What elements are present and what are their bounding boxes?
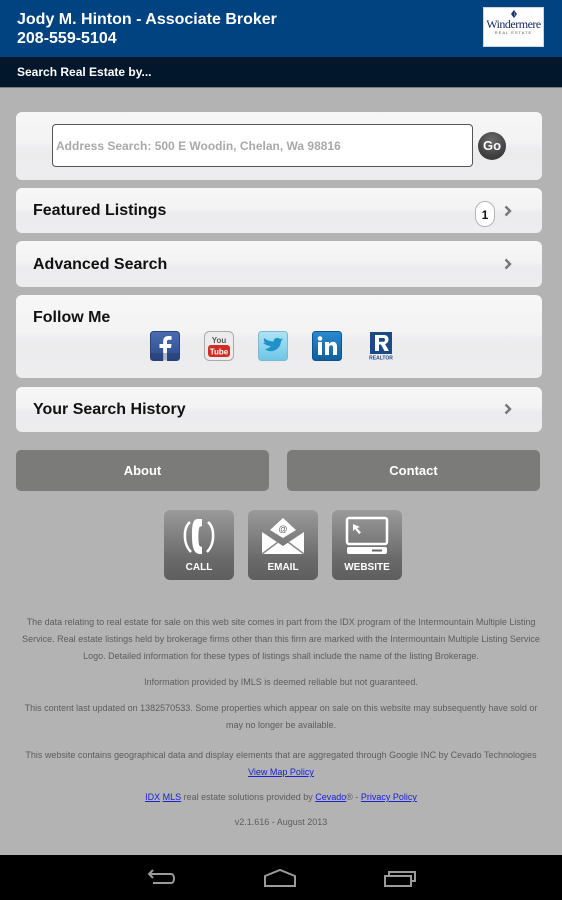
menu-item-label: Your Search History (33, 401, 186, 418)
view-map-policy-link[interactable]: View Map Policy (248, 767, 314, 777)
recent-apps-icon (384, 871, 416, 887)
realtor-link[interactable]: REALTOR (366, 331, 396, 361)
search-card: Go (16, 112, 542, 180)
logo-word: Windermere (486, 17, 541, 31)
system-nav-bar (0, 855, 562, 900)
go-button[interactable]: Go (478, 132, 506, 160)
youtube-icon: You Tube (204, 331, 234, 361)
youtube-link[interactable]: You Tube (204, 331, 234, 361)
geo-data-text: This website contains geographical data … (25, 750, 537, 760)
svg-text:Tube: Tube (210, 348, 229, 357)
website-label: WEBSITE (344, 562, 390, 573)
idx-disclaimer: The data relating to real estate for sal… (22, 617, 540, 661)
map-policy-notice: This website contains geographical data … (16, 747, 546, 781)
chevron-right-icon (504, 205, 512, 217)
email-button[interactable]: @ EMAIL (248, 510, 318, 580)
menu-item-advanced-search[interactable]: Advanced Search (16, 241, 542, 287)
chevron-right-icon (504, 403, 512, 415)
facebook-link[interactable] (150, 331, 180, 361)
mls-link[interactable]: MLS (163, 792, 182, 802)
menu-item-label: Advanced Search (33, 256, 168, 273)
privacy-policy-link[interactable]: Privacy Policy (361, 792, 417, 802)
menu-item-search-history[interactable]: Your Search History (16, 387, 542, 432)
website-button[interactable]: WEBSITE (332, 510, 402, 580)
home-icon (264, 868, 296, 887)
envelope-icon: @ (261, 518, 305, 555)
solutions-text: real estate solutions provided by (181, 792, 316, 802)
back-icon (147, 869, 175, 884)
call-button[interactable]: CALL (164, 510, 234, 580)
menu-item-label: Featured Listings (33, 202, 167, 219)
phone-icon (183, 519, 215, 554)
back-button[interactable] (144, 867, 180, 889)
agent-name: Jody M. Hinton - Associate Broker (17, 11, 277, 28)
contact-button[interactable]: Contact (287, 450, 540, 491)
follow-me-title: Follow Me (33, 309, 111, 326)
cevado-link[interactable]: Cevado (315, 792, 346, 802)
svg-text:You: You (212, 336, 227, 345)
twitter-icon (258, 331, 288, 361)
agent-phone[interactable]: 208-559-5104 (17, 30, 117, 48)
update-notice: This content last updated on 1382570533.… (24, 703, 538, 730)
idx-link[interactable]: IDX (145, 792, 160, 802)
windermere-logo: Windermere REAL ESTATE (483, 7, 544, 47)
count-badge: 1 (475, 201, 495, 227)
svg-text:@: @ (278, 524, 287, 534)
version-text: v2.1.616 - August 2013 (234, 817, 328, 827)
about-button[interactable]: About (16, 450, 269, 491)
realtor-icon: REALTOR (369, 332, 393, 362)
call-label: CALL (185, 562, 213, 573)
twitter-link[interactable] (258, 331, 288, 361)
app-header: Jody M. Hinton - Associate Broker 208-55… (0, 0, 562, 57)
linkedin-link[interactable] (312, 331, 342, 361)
credits-line: IDX MLS real estate solutions provided b… (16, 789, 546, 806)
home-button[interactable] (262, 867, 298, 889)
chevron-right-icon (504, 258, 512, 270)
recent-apps-button[interactable] (382, 867, 418, 889)
facebook-icon (150, 331, 180, 361)
section-title: Search Real Estate by... (17, 65, 152, 79)
linkedin-icon (312, 331, 342, 361)
address-search-input[interactable] (52, 124, 473, 167)
svg-text:REALTOR: REALTOR (369, 356, 393, 362)
registered-mark: ® - (346, 792, 361, 802)
menu-item-featured-listings[interactable]: Featured Listings 1 (16, 188, 542, 233)
section-bar: Search Real Estate by... (0, 57, 562, 88)
reliability-notice: Information provided by IMLS is deemed r… (144, 677, 418, 687)
follow-me-card: Follow Me You Tube REALTOR (16, 295, 542, 378)
email-label: EMAIL (267, 562, 299, 573)
computer-icon (345, 516, 389, 554)
